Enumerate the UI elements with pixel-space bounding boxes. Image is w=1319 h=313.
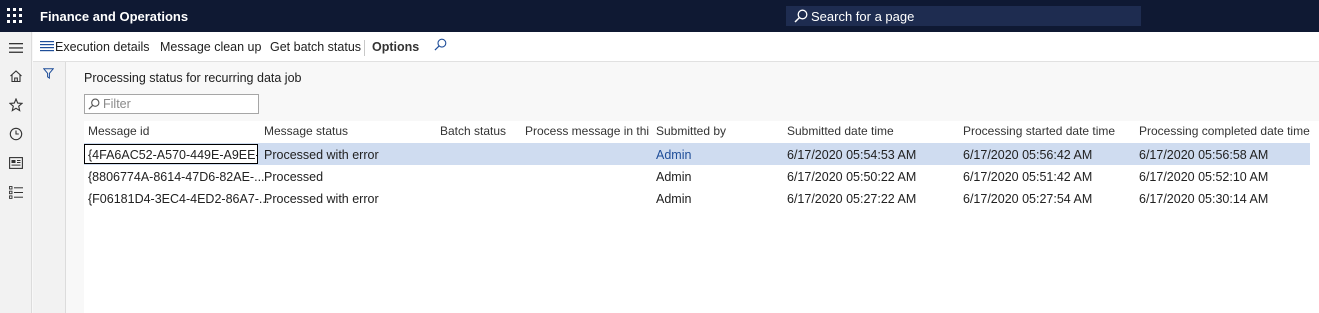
message-id-cell: {F06181D4-3EC4-4ED2-86A7-... — [88, 192, 270, 206]
column-header-submitted-by[interactable]: Submitted by — [656, 124, 776, 138]
star-icon[interactable] — [7, 96, 25, 114]
table-row[interactable]: {F06181D4-3EC4-4ED2-86A7-... Processed w… — [84, 187, 1310, 209]
started-date-cell: 6/17/2020 05:27:54 AM — [963, 192, 1093, 206]
column-header-processing-completed[interactable]: Processing completed date time — [1139, 124, 1314, 138]
column-header-message-id[interactable]: Message id — [88, 124, 258, 138]
message-status-cell: Processed with error — [264, 192, 379, 206]
action-separator — [364, 40, 365, 56]
filter-search-icon — [88, 98, 100, 110]
navigation-rail — [0, 32, 32, 313]
table-row[interactable]: {8806774A-8614-47D6-82AE-... Processed A… — [84, 165, 1310, 187]
list-icon[interactable] — [7, 183, 25, 201]
app-launcher-icon[interactable] — [7, 8, 23, 24]
column-header-message-status[interactable]: Message status — [264, 124, 434, 138]
clock-icon[interactable] — [7, 125, 25, 143]
message-grid: Message id Message status Batch status P… — [84, 121, 1319, 313]
message-clean-up-button[interactable]: Message clean up — [160, 40, 261, 54]
action-pane: Execution details Message clean up Get b… — [33, 32, 1319, 62]
submitted-by-cell: Admin — [656, 170, 692, 184]
home-icon[interactable] — [7, 67, 25, 85]
column-header-submitted-date-time[interactable]: Submitted date time — [787, 124, 952, 138]
filter-input[interactable] — [103, 97, 253, 111]
options-tab[interactable]: Options — [372, 40, 419, 54]
search-label: Search for a page — [811, 8, 915, 24]
column-header-process-message[interactable]: Process message in thi... — [525, 124, 650, 138]
column-header-batch-status[interactable]: Batch status — [440, 124, 520, 138]
list-view-icon[interactable] — [40, 40, 54, 55]
filter-pane-strip — [33, 62, 66, 313]
top-nav-bar: Finance and Operations Search for a page — [0, 0, 1319, 32]
completed-date-cell: 6/17/2020 05:30:14 AM — [1139, 192, 1269, 206]
hamburger-icon[interactable] — [7, 39, 25, 57]
column-header-processing-started[interactable]: Processing started date time — [963, 124, 1133, 138]
grid-header: Message id Message status Batch status P… — [84, 121, 1319, 143]
message-id-cell: {8806774A-8614-47D6-82AE-... — [88, 170, 265, 184]
submitted-date-cell: 6/17/2020 05:50:22 AM — [787, 170, 917, 184]
message-status-cell: Processed with error — [264, 148, 379, 162]
workspace-icon[interactable] — [7, 154, 25, 172]
started-date-cell: 6/17/2020 05:56:42 AM — [963, 148, 1093, 162]
get-batch-status-button[interactable]: Get batch status — [270, 40, 361, 54]
filter-funnel-icon[interactable] — [42, 68, 55, 82]
table-row[interactable]: {4FA6AC52-A570-449E-A9EE-8E Processed wi… — [84, 143, 1310, 165]
app-title[interactable]: Finance and Operations — [40, 9, 188, 24]
message-status-cell: Processed — [264, 170, 324, 184]
started-date-cell: 6/17/2020 05:51:42 AM — [963, 170, 1093, 184]
page-search-box[interactable]: Search for a page — [786, 6, 1141, 26]
submitted-date-cell: 6/17/2020 05:54:53 AM — [787, 148, 917, 162]
submitted-date-cell: 6/17/2020 05:27:22 AM — [787, 192, 917, 206]
submitted-by-cell: Admin — [656, 192, 692, 206]
action-search-icon[interactable] — [434, 38, 447, 54]
search-icon — [794, 9, 808, 23]
message-id-cell-editing[interactable]: {4FA6AC52-A570-449E-A9EE-8E — [84, 144, 258, 164]
page-title: Processing status for recurring data job — [84, 71, 302, 85]
execution-details-button[interactable]: Execution details — [55, 40, 150, 54]
completed-date-cell: 6/17/2020 05:52:10 AM — [1139, 170, 1269, 184]
grid-filter-field[interactable] — [84, 94, 259, 114]
completed-date-cell: 6/17/2020 05:56:58 AM — [1139, 148, 1269, 162]
submitted-by-link[interactable]: Admin — [656, 148, 691, 162]
